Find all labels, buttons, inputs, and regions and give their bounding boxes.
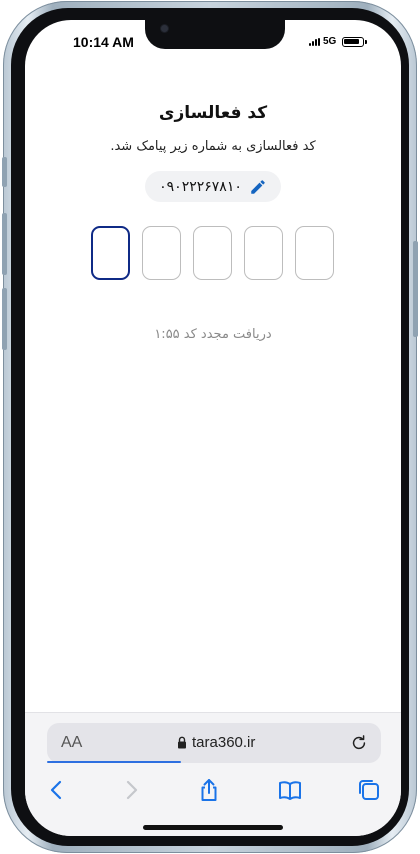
page-title: کد فعالسازی [158, 103, 268, 123]
tabs-icon[interactable] [356, 777, 382, 803]
network-label: 5G [323, 36, 337, 47]
otp-digit-1[interactable] [295, 226, 334, 280]
back-icon[interactable] [44, 777, 70, 803]
text-size-button[interactable]: AA [61, 734, 82, 752]
otp-digit-5[interactable] [91, 226, 130, 280]
otp-digit-4[interactable] [142, 226, 181, 280]
home-indicator [143, 825, 283, 830]
volume-down-button [2, 288, 7, 350]
forward-icon[interactable] [118, 777, 144, 803]
otp-digit-2[interactable] [244, 226, 283, 280]
phone-frame: 10:14 AM 5G کد فعالسازی کد فعالسازی به ش… [2, 1, 418, 853]
page-subtitle: کد فعالسازی به شماره زیر پیامک شد. [110, 139, 316, 154]
otp-input-row [91, 226, 335, 280]
front-camera-icon [161, 25, 168, 32]
otp-digit-3[interactable] [193, 226, 232, 280]
share-icon[interactable] [196, 777, 222, 803]
silent-switch [2, 157, 7, 187]
edit-phone-button[interactable]: ۰۹۰۲۲۲۶۷۸۱۰ [145, 171, 281, 202]
power-button [413, 241, 418, 337]
browser-bar: AA tara360.ir [25, 712, 401, 836]
phone-number: ۰۹۰۲۲۲۶۷۸۱۰ [159, 178, 242, 195]
signal-icon [309, 37, 320, 46]
pencil-icon [251, 179, 265, 194]
notch [145, 20, 285, 49]
bookmarks-icon[interactable] [277, 777, 303, 803]
url-text: tara360.ir [192, 734, 256, 751]
status-time: 10:14 AM [73, 34, 134, 50]
lock-icon [178, 736, 186, 749]
volume-up-button [2, 213, 7, 275]
resend-code-timer: دریافت مجدد کد ۱:۵۵ [154, 327, 272, 342]
screen: 10:14 AM 5G کد فعالسازی کد فعالسازی به ش… [25, 20, 401, 836]
reload-icon[interactable] [349, 733, 369, 753]
battery-icon [342, 36, 368, 47]
url-display: tara360.ir [177, 734, 255, 751]
address-bar[interactable]: AA tara360.ir [47, 723, 381, 763]
status-indicators: 5G [309, 36, 368, 47]
page-load-indicator [47, 761, 181, 763]
